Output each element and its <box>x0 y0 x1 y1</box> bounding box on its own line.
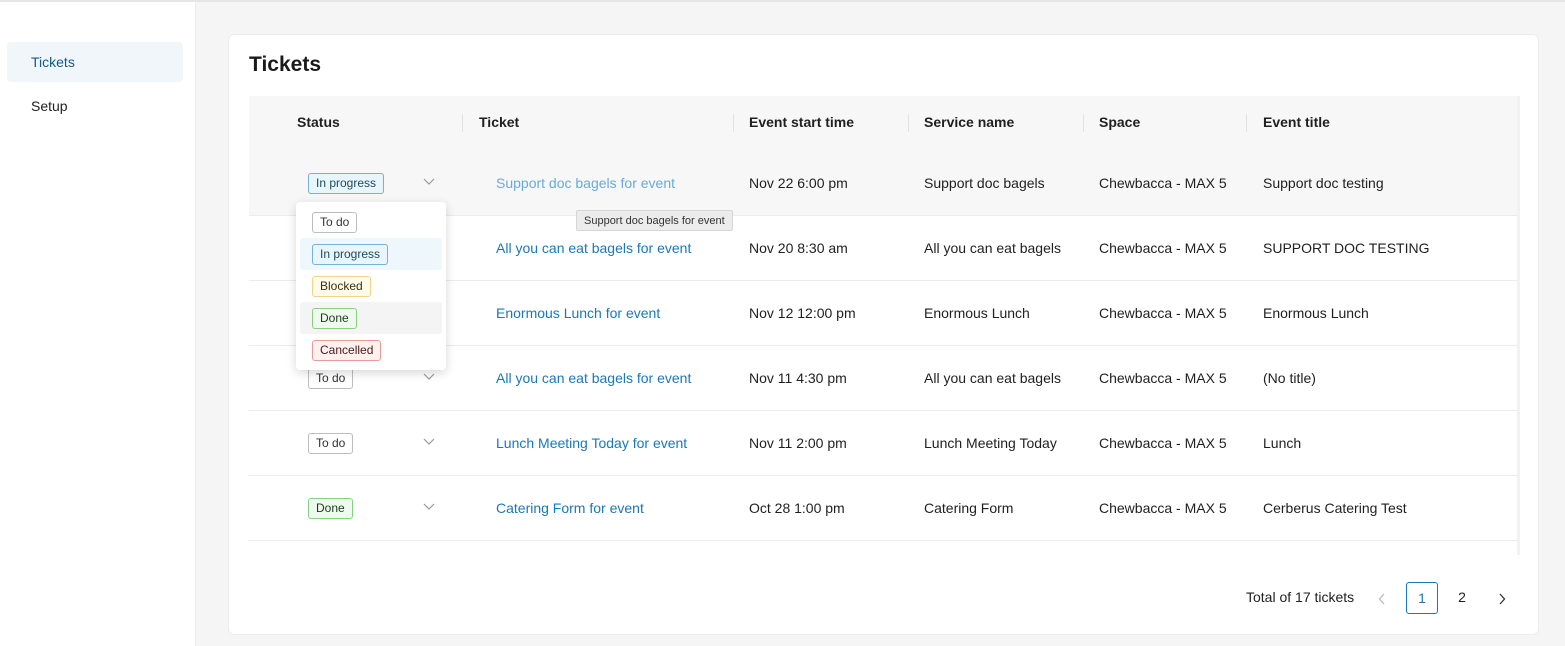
sidebar: Tickets Setup <box>0 2 196 646</box>
space-name: Chewbacca - MAX 5 <box>1099 370 1227 386</box>
sidebar-item-setup[interactable]: Setup <box>7 86 183 126</box>
status-option-to-do[interactable]: To do <box>300 206 442 238</box>
event-start-time: Nov 11 2:00 pm <box>749 435 847 451</box>
status-dropdown-toggle[interactable] <box>421 411 437 476</box>
chevron-left-icon <box>1378 593 1385 605</box>
chevron-right-icon <box>1499 593 1506 605</box>
column-separator <box>462 114 463 132</box>
column-header-event-start-time[interactable]: Event start time <box>749 96 854 151</box>
chevron-down-icon <box>423 373 435 380</box>
space-name: Chewbacca - MAX 5 <box>1099 240 1227 256</box>
ticket-tooltip: Support doc bagels for event <box>576 210 733 231</box>
top-divider <box>0 0 1565 2</box>
table-header: Status Ticket Event start time Service n… <box>249 96 1519 151</box>
status-dropdown-toggle[interactable] <box>421 476 437 541</box>
space-name: Chewbacca - MAX 5 <box>1099 175 1227 191</box>
status-option-badge: Blocked <box>312 276 371 297</box>
table-row: Done Catering Form for event Oct 28 1:00… <box>249 476 1519 541</box>
column-header-space[interactable]: Space <box>1099 96 1140 151</box>
event-title: SUPPORT DOC TESTING <box>1263 240 1430 256</box>
prev-page-button[interactable] <box>1366 582 1398 614</box>
event-start-time: Nov 20 8:30 am <box>749 240 848 256</box>
event-title: Support doc testing <box>1263 175 1384 191</box>
total-count: Total of 17 tickets <box>1246 589 1355 605</box>
status-option-cancelled[interactable]: Cancelled <box>300 334 442 366</box>
status-badge[interactable]: To do <box>308 368 354 389</box>
event-start-time: Nov 11 4:30 pm <box>749 370 847 386</box>
column-separator <box>1083 114 1084 132</box>
ticket-link[interactable]: Enormous Lunch for event <box>496 281 660 346</box>
column-header-status[interactable]: Status <box>297 96 340 151</box>
column-header-service-name[interactable]: Service name <box>924 96 1014 151</box>
status-badge[interactable]: Done <box>308 498 353 519</box>
status-option-badge: Done <box>312 308 357 329</box>
column-header-event-title[interactable]: Event title <box>1263 96 1330 151</box>
status-badge[interactable]: To do <box>308 433 354 454</box>
column-header-ticket[interactable]: Ticket <box>479 96 519 151</box>
table-row: To do Lunch Meeting Today for event Nov … <box>249 411 1519 476</box>
status-option-blocked[interactable]: Blocked <box>300 270 442 302</box>
event-title: Cerberus Catering Test <box>1263 500 1407 516</box>
table-scrollbar[interactable] <box>1517 96 1520 555</box>
event-title: Enormous Lunch <box>1263 305 1369 321</box>
page-button-1[interactable]: 1 <box>1406 582 1438 614</box>
event-title: Lunch <box>1263 435 1302 451</box>
event-title: (No title) <box>1263 370 1316 386</box>
ticket-link[interactable]: Catering Form for event <box>496 476 644 541</box>
event-start-time: Oct 28 1:00 pm <box>749 500 845 516</box>
column-separator <box>908 114 909 132</box>
status-option-badge: To do <box>312 212 358 233</box>
chevron-down-icon <box>423 503 435 510</box>
event-start-time: Nov 12 12:00 pm <box>749 305 856 321</box>
status-dropdown-menu: To do In progress Blocked Done Cancelled <box>296 202 446 370</box>
chevron-down-icon <box>423 438 435 445</box>
ticket-link[interactable]: Lunch Meeting Today for event <box>496 411 687 476</box>
page-button-2[interactable]: 2 <box>1446 582 1478 614</box>
service-name: Support doc bagels <box>924 175 1045 191</box>
status-option-in-progress[interactable]: In progress <box>300 238 442 270</box>
ticket-link[interactable]: All you can eat bagels for event <box>496 346 691 411</box>
status-option-badge: Cancelled <box>312 340 382 361</box>
event-start-time: Nov 22 6:00 pm <box>749 175 848 191</box>
column-separator <box>1246 114 1247 132</box>
service-name: All you can eat bagels <box>924 240 1061 256</box>
service-name: Lunch Meeting Today <box>924 435 1057 451</box>
service-name: All you can eat bagels <box>924 370 1061 386</box>
chevron-down-icon <box>423 178 435 185</box>
service-name: Catering Form <box>924 500 1014 516</box>
space-name: Chewbacca - MAX 5 <box>1099 500 1227 516</box>
sidebar-item-tickets[interactable]: Tickets <box>7 42 183 82</box>
space-name: Chewbacca - MAX 5 <box>1099 435 1227 451</box>
status-badge[interactable]: In progress <box>308 173 385 194</box>
next-page-button[interactable] <box>1486 582 1518 614</box>
status-option-done[interactable]: Done <box>300 302 442 334</box>
column-separator <box>733 114 734 132</box>
status-option-badge: In progress <box>312 244 389 265</box>
service-name: Enormous Lunch <box>924 305 1030 321</box>
page-title: Tickets <box>249 53 321 76</box>
ticket-link[interactable]: Support doc bagels for event <box>496 151 675 216</box>
space-name: Chewbacca - MAX 5 <box>1099 305 1227 321</box>
